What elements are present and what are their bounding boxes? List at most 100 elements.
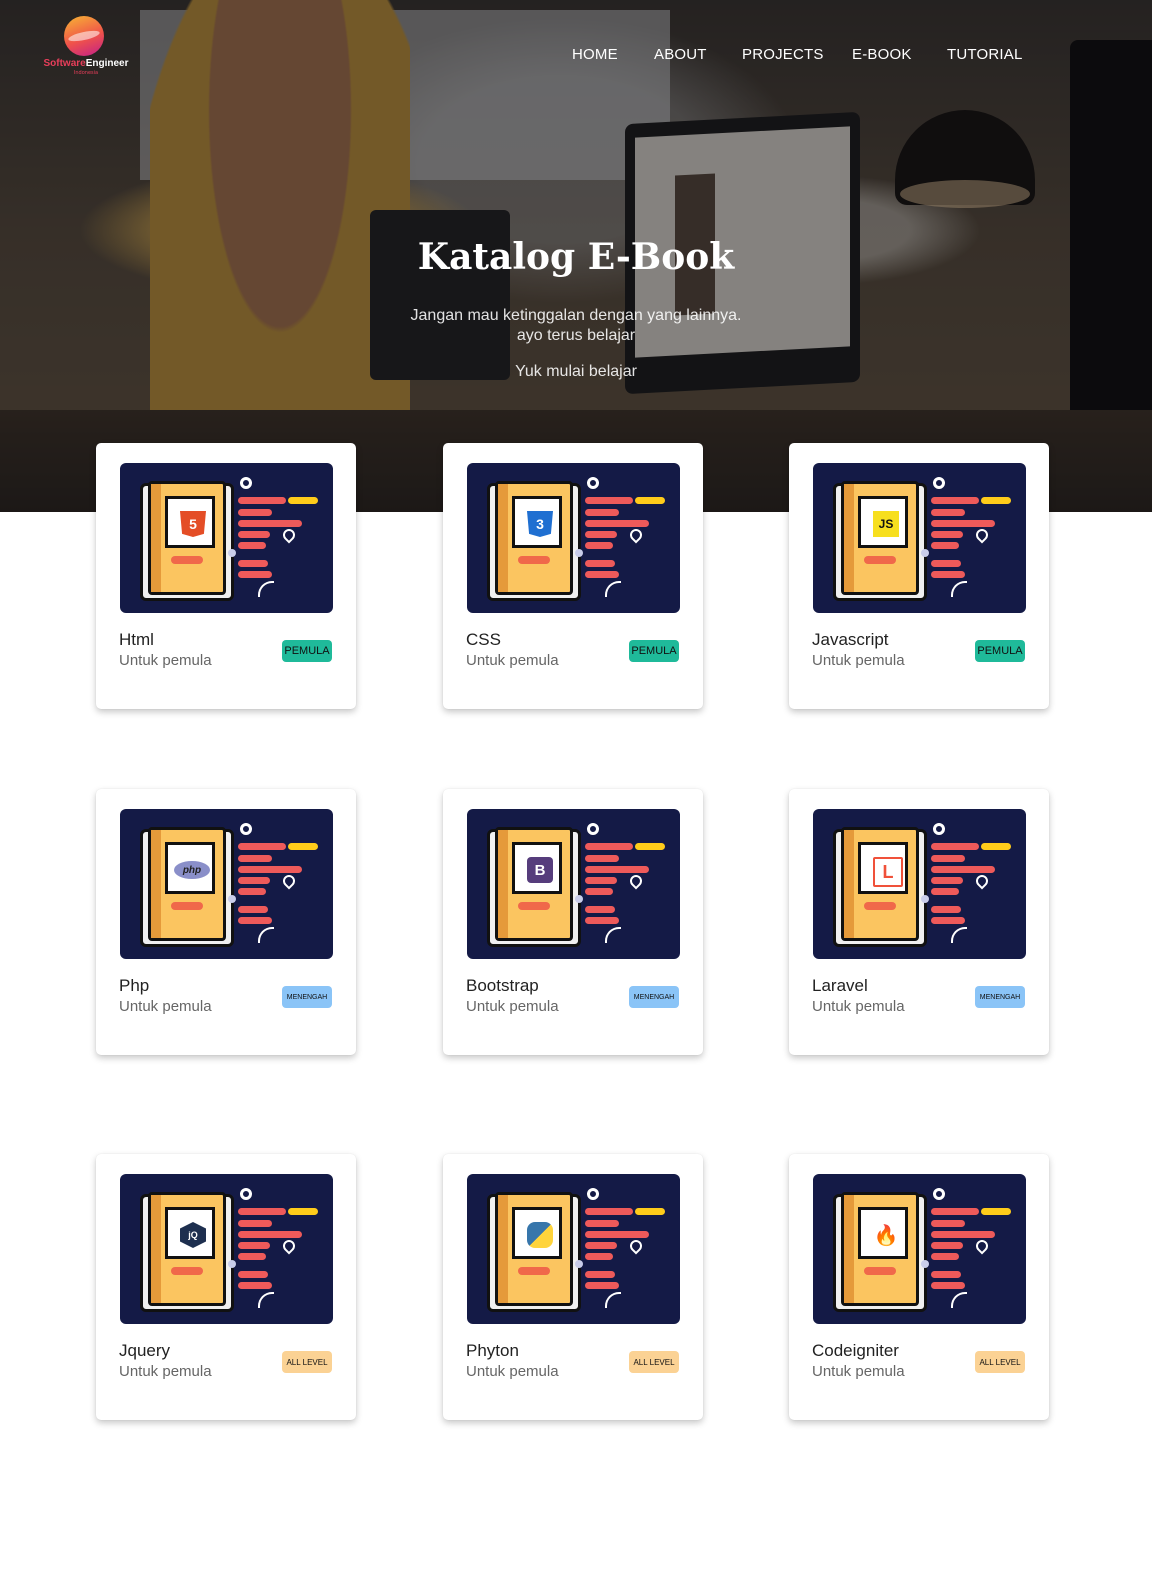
code-line-decoration: [931, 866, 995, 873]
ebook-card[interactable]: 🔥 Codeigniter Untuk pemula ALL LEVEL: [789, 1154, 1049, 1420]
code-line-decoration: [238, 1282, 272, 1289]
level-badge: PEMULA: [629, 640, 679, 662]
ebook-title[interactable]: CSS: [466, 630, 501, 650]
ebook-card[interactable]: Phyton Untuk pemula ALL LEVEL: [443, 1154, 703, 1420]
ebook-title[interactable]: Html: [119, 630, 154, 650]
location-pin-icon: [973, 526, 991, 544]
gear-icon: [587, 1188, 599, 1200]
ebook-subtitle: Untuk pemula: [812, 1363, 905, 1380]
code-line-decoration: [585, 888, 613, 895]
ebook-card[interactable]: jQ Jquery Untuk pemula ALL LEVEL: [96, 1154, 356, 1420]
code-line-decoration: [931, 855, 965, 862]
ebook-cover-image[interactable]: JS: [813, 463, 1026, 613]
ebook-title[interactable]: Php: [119, 976, 149, 996]
code-line-decoration: [981, 497, 1011, 504]
gear-icon: [240, 823, 252, 835]
book-spine: [498, 484, 508, 592]
code-line-decoration: [238, 877, 270, 884]
wifi-icon: [951, 581, 967, 597]
location-pin-icon: [973, 1237, 991, 1255]
code-line-decoration: [238, 1253, 266, 1260]
code-line-decoration: [238, 542, 266, 549]
code-line-decoration: [585, 917, 619, 924]
code-line-decoration: [238, 509, 272, 516]
code-line-decoration: [585, 855, 619, 862]
nav-projects[interactable]: PROJECTS: [742, 46, 824, 63]
ebook-subtitle: Untuk pemula: [812, 998, 905, 1015]
level-badge: MENENGAH: [975, 986, 1025, 1008]
ebook-card[interactable]: B Bootstrap Untuk pemula MENENGAH: [443, 789, 703, 1055]
ebook-title[interactable]: Javascript: [812, 630, 889, 650]
code-line-decoration: [931, 1253, 959, 1260]
hero-subtitle: Jangan mau ketinggalan dengan yang lainn…: [0, 306, 1152, 346]
code-line-decoration: [931, 877, 963, 884]
wifi-icon: [258, 581, 274, 597]
ebook-card[interactable]: 3 CSS Untuk pemula PEMULA: [443, 443, 703, 709]
code-line-decoration: [585, 1271, 615, 1278]
ebook-card[interactable]: L Laravel Untuk pemula MENENGAH: [789, 789, 1049, 1055]
share-icon: [575, 895, 583, 903]
code-line-decoration: [585, 1242, 617, 1249]
code-line-decoration: [585, 1253, 613, 1260]
ebook-cover-image[interactable]: [467, 1174, 680, 1324]
code-line-decoration: [238, 520, 302, 527]
code-line-decoration: [931, 888, 959, 895]
hero-subtitle-line-1: Jangan mau ketinggalan dengan yang lainn…: [410, 307, 742, 324]
code-line-decoration: [238, 1242, 270, 1249]
ebook-cover-image[interactable]: 5: [120, 463, 333, 613]
page-title: Katalog E-Book: [417, 236, 735, 278]
code-line-decoration: [981, 843, 1011, 850]
code-line-decoration: [931, 571, 965, 578]
code-line-decoration: [238, 1231, 302, 1238]
ebook-cover-image[interactable]: php: [120, 809, 333, 959]
code-line-decoration: [238, 866, 302, 873]
nav-ebook[interactable]: E-BOOK: [852, 46, 912, 63]
ebook-cover-image[interactable]: jQ: [120, 1174, 333, 1324]
code-line-decoration: [585, 1282, 619, 1289]
ebook-title[interactable]: Codeigniter: [812, 1341, 899, 1361]
code-line-decoration: [238, 843, 286, 850]
book-illustration: JS: [841, 481, 919, 595]
share-icon: [228, 549, 236, 557]
ebook-card[interactable]: php Php Untuk pemula MENENGAH: [96, 789, 356, 1055]
level-badge: ALL LEVEL: [282, 1351, 332, 1373]
wifi-icon: [258, 927, 274, 943]
book-label-decoration: [864, 556, 896, 564]
code-line-decoration: [238, 1208, 286, 1215]
book-illustration: 🔥: [841, 1192, 919, 1306]
gear-icon: [933, 1188, 945, 1200]
book-spine: [151, 1195, 161, 1303]
book-cover-frame: 5: [165, 496, 215, 548]
code-line-decoration: [931, 1282, 965, 1289]
ebook-subtitle: Untuk pemula: [119, 998, 212, 1015]
book-cover-frame: JS: [858, 496, 908, 548]
gear-icon: [240, 477, 252, 489]
ebook-cover-image[interactable]: B: [467, 809, 680, 959]
code-line-decoration: [585, 906, 615, 913]
book-illustration: 5: [148, 481, 226, 595]
share-icon: [921, 1260, 929, 1268]
ebook-title[interactable]: Bootstrap: [466, 976, 539, 996]
book-cover-frame: B: [512, 842, 562, 894]
ebook-cover-image[interactable]: L: [813, 809, 1026, 959]
location-pin-icon: [627, 1237, 645, 1255]
gear-icon: [933, 477, 945, 489]
book-cover-frame: [512, 1207, 562, 1259]
ebook-title[interactable]: Laravel: [812, 976, 868, 996]
gear-icon: [587, 823, 599, 835]
nav-about[interactable]: ABOUT: [654, 46, 707, 63]
ebook-card[interactable]: 5 Html Untuk pemula PEMULA: [96, 443, 356, 709]
nav-home[interactable]: HOME: [572, 46, 618, 63]
code-line-decoration: [585, 877, 617, 884]
share-icon: [921, 895, 929, 903]
level-badge: PEMULA: [975, 640, 1025, 662]
nav-tutorial[interactable]: TUTORIAL: [947, 46, 1023, 63]
ebook-title[interactable]: Phyton: [466, 1341, 519, 1361]
share-icon: [228, 895, 236, 903]
ebook-card[interactable]: JS Javascript Untuk pemula PEMULA: [789, 443, 1049, 709]
ebook-cover-image[interactable]: 3: [467, 463, 680, 613]
share-icon: [575, 549, 583, 557]
ebook-title[interactable]: Jquery: [119, 1341, 170, 1361]
book-cover-frame: jQ: [165, 1207, 215, 1259]
ebook-cover-image[interactable]: 🔥: [813, 1174, 1026, 1324]
